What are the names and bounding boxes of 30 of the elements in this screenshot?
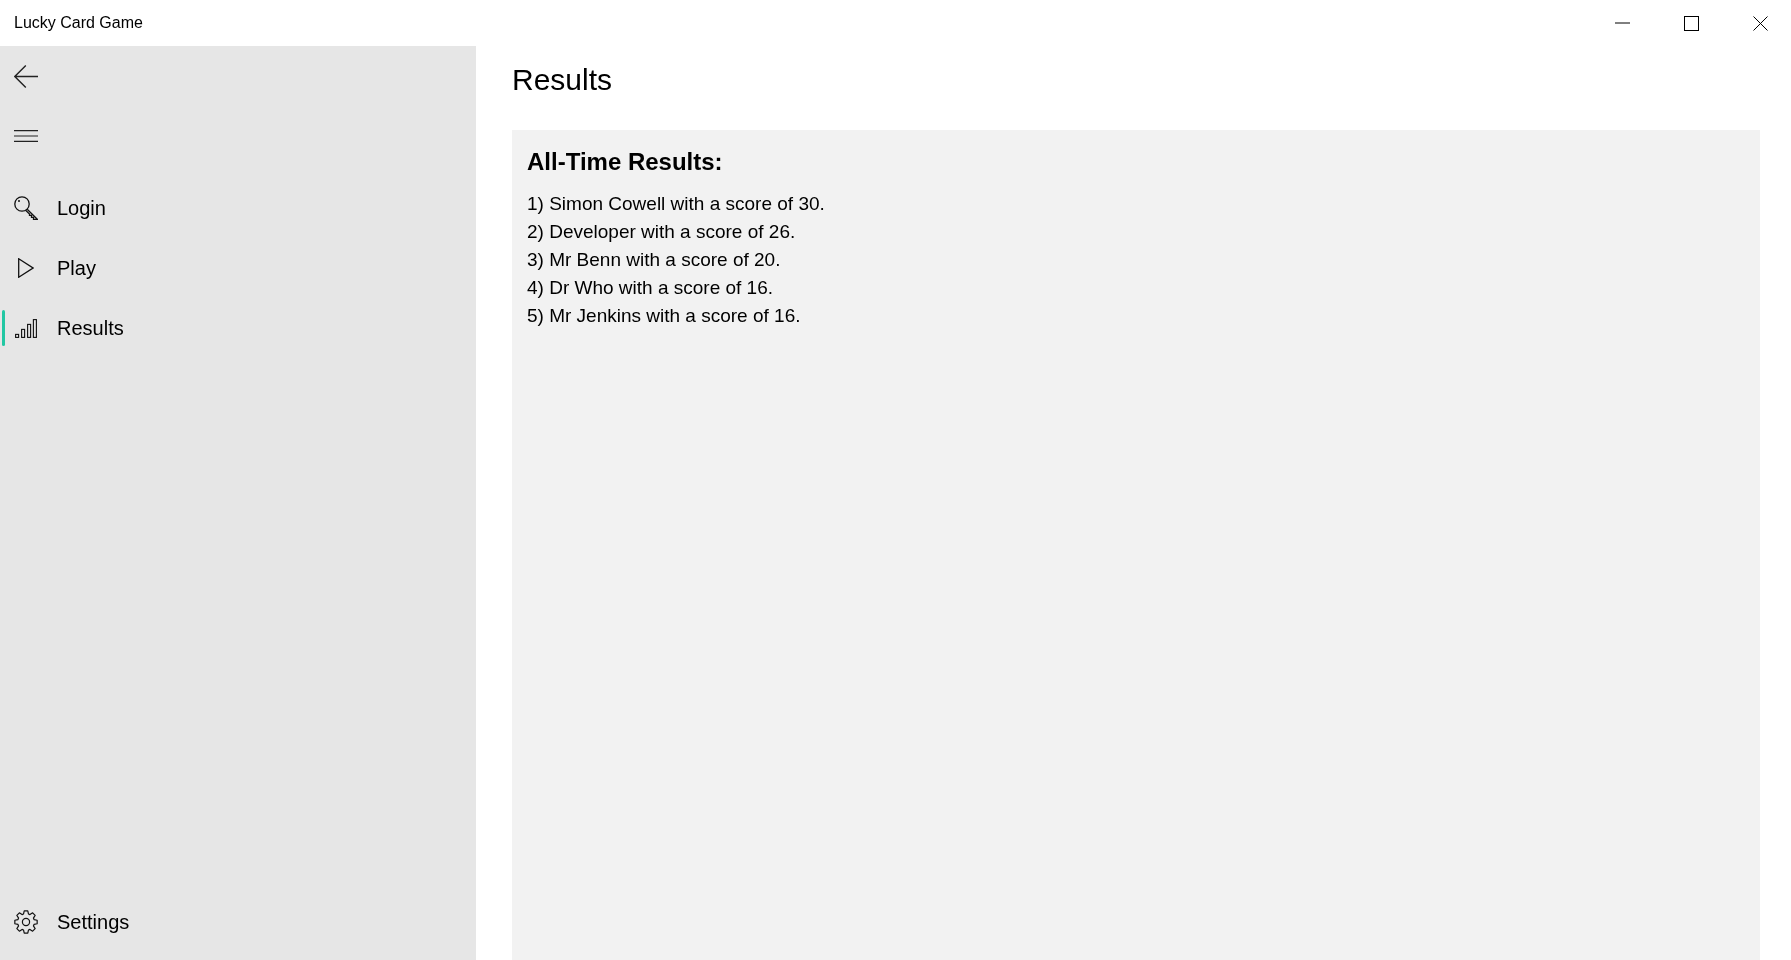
menu-icon [14,130,38,142]
result-entry: 2) Developer with a score of 26. [527,220,796,244]
nav-item[interactable]: Login [14,195,106,221]
close-icon [1753,15,1768,31]
nav-item[interactable]: Play [18,255,96,281]
nav-label: Login [57,196,106,221]
nav-item[interactable]: Results [2,310,124,346]
result-entry: 1) Simon Cowell with a score of 30. [527,192,825,216]
result-entry: 4) Dr Who with a score of 16. [527,276,774,300]
window-title: Lucky Card Game [14,13,143,33]
minimize-icon [1615,22,1630,24]
nav-label: Play [57,256,96,281]
nav-label: Results [57,316,124,341]
result-entry: 3) Mr Benn with a score of 20. [527,248,781,272]
selection-indicator [2,310,5,346]
page-title: Results [512,62,613,98]
card-heading: All-Time Results: [527,147,723,177]
back-arrow-icon [14,64,38,88]
key-icon [14,196,38,220]
settings-icon [14,910,38,934]
back-button[interactable] [14,64,38,88]
bar-chart-icon [15,318,37,338]
menu-button[interactable] [14,130,38,142]
result-entry: 5) Mr Jenkins with a score of 16. [527,304,801,328]
close-button[interactable] [1753,15,1768,31]
maximize-button[interactable] [1684,15,1699,31]
nav-label: Settings [57,910,130,935]
play-icon [18,258,34,278]
maximize-icon [1684,15,1699,31]
nav-item[interactable]: Settings [14,909,130,935]
